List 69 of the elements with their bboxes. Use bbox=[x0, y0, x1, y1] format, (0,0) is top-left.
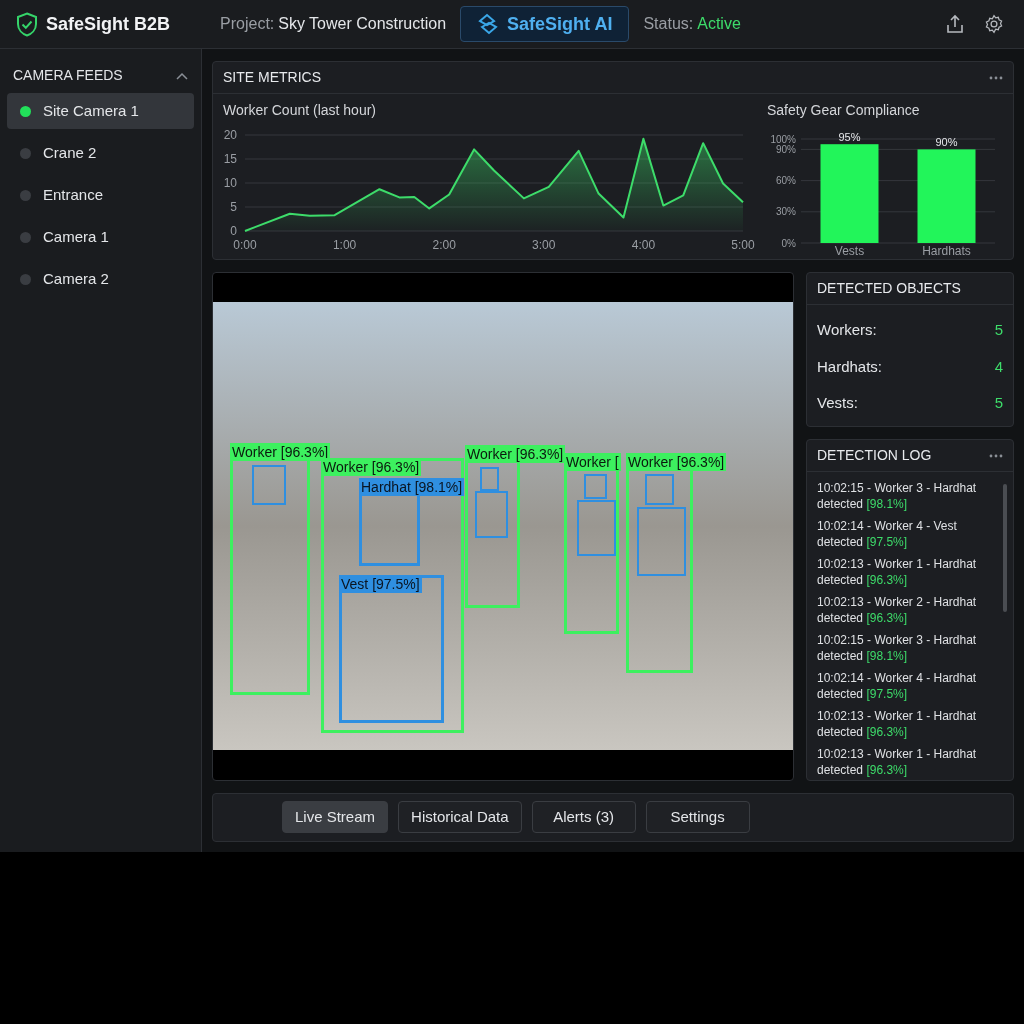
camera-feed-item[interactable]: Site Camera 1 bbox=[7, 93, 194, 129]
detection-label: Worker [96.3%] bbox=[321, 458, 422, 477]
log-entry: 10:02:13 - Worker 2 - Hardhat detected [96.3%] bbox=[817, 595, 978, 627]
project-name: Sky Tower Construction bbox=[278, 14, 447, 34]
project-label: Project: bbox=[220, 14, 275, 34]
status-label: Status: bbox=[643, 14, 694, 34]
object-count: 5 bbox=[994, 320, 1003, 341]
log-entry: 10:02:15 - Worker 3 - Hardhat detected [98.1%] bbox=[817, 633, 978, 665]
axis-label: 15 bbox=[223, 152, 237, 166]
chart-title: Worker Count (last hour) bbox=[223, 101, 377, 120]
shield-check-icon bbox=[16, 11, 38, 37]
log-entry: 10:02:15 - Worker 3 - Hardhat detected [98.1%] bbox=[817, 481, 978, 513]
tab[interactable]: Live Stream bbox=[282, 801, 389, 834]
axis-label: 0% bbox=[781, 237, 796, 249]
camera-feed-item[interactable]: Crane 2 bbox=[7, 135, 194, 171]
axis-label: 3:00 bbox=[532, 238, 556, 252]
detection-label: Worker [96.3%] bbox=[626, 453, 727, 472]
tab[interactable]: Historical Data bbox=[398, 801, 522, 834]
tab[interactable]: Settings bbox=[645, 801, 750, 834]
chart-title: Safety Gear Compliance bbox=[767, 101, 921, 120]
axis-label: 100% bbox=[770, 133, 796, 145]
tab[interactable]: Alerts (3) bbox=[531, 801, 636, 834]
axis-label: Hardhats bbox=[922, 244, 971, 258]
axis-label: 2:00 bbox=[432, 238, 456, 252]
detection-label: Worker [96.3%] bbox=[230, 443, 331, 462]
more-icon[interactable] bbox=[989, 453, 1003, 458]
object-label: Hardhats: bbox=[817, 356, 883, 377]
ai-badge: SafeSight AI bbox=[460, 6, 630, 42]
brand-name: SafeSight B2B bbox=[46, 12, 171, 36]
detection-label: Worker [ bbox=[564, 453, 621, 472]
panel-title: DETECTION LOG bbox=[817, 446, 932, 466]
axis-label: 60% bbox=[776, 175, 796, 187]
log-entry: 10:02:13 - Worker 1 - Hardhat detected [96.3%] bbox=[817, 709, 978, 741]
object-label: Workers: bbox=[817, 320, 877, 341]
log-entry: 10:02:13 - Worker 1 - Hardhat detected [96.3%] bbox=[817, 557, 978, 589]
log-entry: 10:02:13 - Worker 1 - Hardhat detected [96.3%] bbox=[817, 747, 978, 779]
value-label: 90% bbox=[935, 136, 958, 149]
detection-label: Worker [96.3%] bbox=[465, 445, 566, 464]
camera-feed-item[interactable]: Entrance bbox=[7, 177, 194, 213]
axis-label: 0:00 bbox=[233, 238, 257, 252]
axis-label: 30% bbox=[776, 206, 796, 218]
detection-label: Vest [97.5%] bbox=[339, 575, 422, 594]
chevron-up-icon[interactable] bbox=[176, 71, 188, 80]
settings-icon[interactable] bbox=[984, 14, 1004, 34]
object-count: 4 bbox=[994, 356, 1003, 377]
axis-label: 20 bbox=[223, 128, 237, 142]
object-count: 5 bbox=[994, 393, 1003, 414]
axis-label: Vests bbox=[834, 244, 865, 258]
more-icon[interactable] bbox=[989, 75, 1003, 80]
axis-label: 5:00 bbox=[731, 238, 755, 252]
status-value: Active bbox=[697, 14, 741, 34]
panel-title: DETECTED OBJECTS bbox=[817, 279, 961, 299]
log-entry: 10:02:14 - Worker 4 - Hardhat detected [97.5%] bbox=[817, 671, 978, 703]
axis-label: 5 bbox=[230, 200, 237, 214]
panel-title: SITE METRICS bbox=[223, 68, 321, 87]
detection-label: Hardhat [98.1%] bbox=[359, 478, 465, 497]
value-label: 95% bbox=[838, 131, 861, 144]
axis-label: 90% bbox=[776, 143, 796, 155]
axis-label: 1:00 bbox=[332, 238, 357, 252]
object-label: Vests: bbox=[817, 393, 858, 414]
axis-label: 0 bbox=[230, 224, 237, 238]
logo-icon bbox=[477, 13, 500, 35]
axis-label: 10 bbox=[223, 176, 237, 190]
camera-feed-item[interactable]: Camera 1 bbox=[7, 219, 194, 255]
sidebar-title: CAMERA FEEDS bbox=[13, 66, 123, 85]
upload-icon[interactable] bbox=[946, 14, 964, 34]
camera-feed-item[interactable]: Camera 2 bbox=[7, 261, 194, 297]
axis-label: 4:00 bbox=[631, 238, 656, 252]
log-entry: 10:02:14 - Worker 4 - Vest detected [97.5%] bbox=[817, 519, 958, 551]
